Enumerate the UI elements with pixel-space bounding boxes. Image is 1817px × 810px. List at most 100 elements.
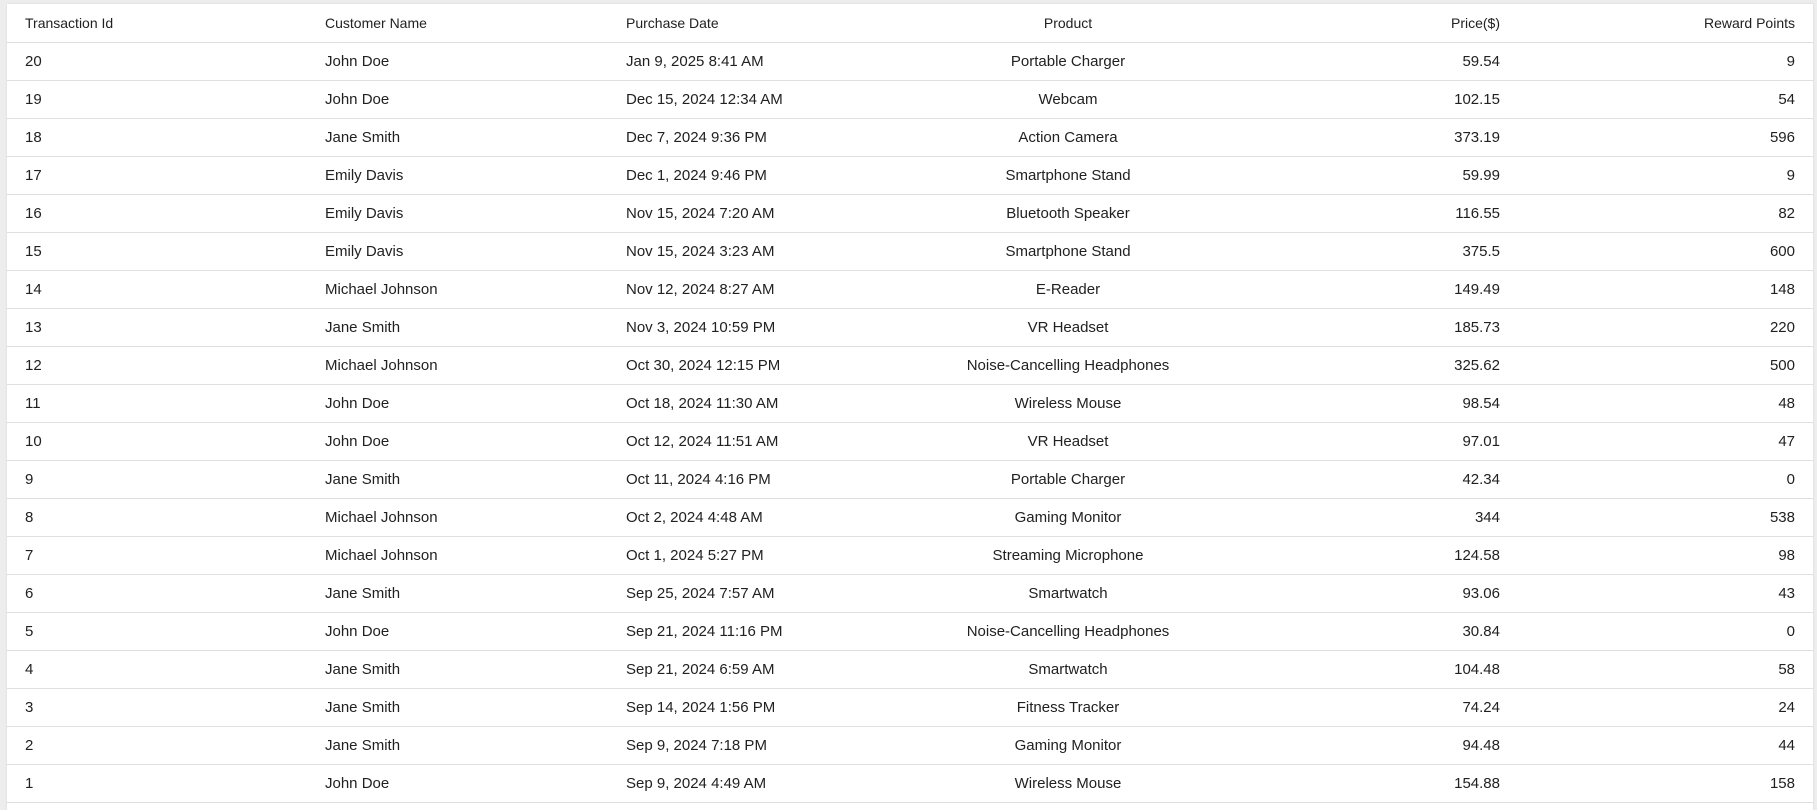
cell-product: Portable Charger	[908, 42, 1228, 81]
cell-transaction-id: 11	[7, 384, 307, 423]
cell-price: 344	[1228, 498, 1518, 537]
cell-purchase-date: Oct 30, 2024 12:15 PM	[608, 346, 908, 385]
cell-customer-name: Michael Johnson	[307, 270, 608, 309]
cell-customer-name: Jane Smith	[307, 726, 608, 765]
cell-transaction-id: 18	[7, 118, 307, 157]
cell-price: 116.55	[1228, 194, 1518, 233]
cell-reward-points: 0	[1518, 612, 1813, 651]
cell-price: 93.06	[1228, 574, 1518, 613]
cell-reward-points: 54	[1518, 80, 1813, 119]
cell-customer-name: Jane Smith	[307, 118, 608, 157]
cell-product: Webcam	[908, 80, 1228, 119]
cell-customer-name: Jane Smith	[307, 574, 608, 613]
cell-transaction-id: 10	[7, 422, 307, 461]
cell-transaction-id: 17	[7, 156, 307, 195]
cell-reward-points: 0	[1518, 460, 1813, 499]
table-header-row: Transaction Id Customer Name Purchase Da…	[7, 4, 1813, 43]
cell-product: VR Headset	[908, 308, 1228, 347]
cell-transaction-id: 8	[7, 498, 307, 537]
table-row[interactable]: 8 Michael Johnson Oct 2, 2024 4:48 AM Ga…	[7, 498, 1813, 537]
cell-transaction-id: 13	[7, 308, 307, 347]
cell-price: 149.49	[1228, 270, 1518, 309]
column-header-product[interactable]: Product	[908, 4, 1228, 43]
cell-purchase-date: Dec 7, 2024 9:36 PM	[608, 118, 908, 157]
cell-price: 373.19	[1228, 118, 1518, 157]
cell-transaction-id: 15	[7, 232, 307, 271]
cell-transaction-id: 6	[7, 574, 307, 613]
cell-price: 325.62	[1228, 346, 1518, 385]
cell-reward-points: 9	[1518, 42, 1813, 81]
table-row[interactable]: 9 Jane Smith Oct 11, 2024 4:16 PM Portab…	[7, 460, 1813, 499]
cell-reward-points: 24	[1518, 688, 1813, 727]
cell-price: 98.54	[1228, 384, 1518, 423]
table-row[interactable]: 14 Michael Johnson Nov 12, 2024 8:27 AM …	[7, 270, 1813, 309]
table-row[interactable]: 20 John Doe Jan 9, 2025 8:41 AM Portable…	[7, 42, 1813, 81]
cell-purchase-date: Oct 2, 2024 4:48 AM	[608, 498, 908, 537]
cell-product: Gaming Monitor	[908, 498, 1228, 537]
cell-reward-points: 44	[1518, 726, 1813, 765]
cell-purchase-date: Jan 9, 2025 8:41 AM	[608, 42, 908, 81]
cell-price: 185.73	[1228, 308, 1518, 347]
cell-purchase-date: Sep 14, 2024 1:56 PM	[608, 688, 908, 727]
cell-product: Gaming Monitor	[908, 726, 1228, 765]
cell-transaction-id: 5	[7, 612, 307, 651]
cell-reward-points: 82	[1518, 194, 1813, 233]
cell-purchase-date: Sep 21, 2024 6:59 AM	[608, 650, 908, 689]
table-row[interactable]: 16 Emily Davis Nov 15, 2024 7:20 AM Blue…	[7, 194, 1813, 233]
cell-transaction-id: 14	[7, 270, 307, 309]
cell-customer-name: John Doe	[307, 612, 608, 651]
cell-reward-points: 538	[1518, 498, 1813, 537]
cell-purchase-date: Oct 18, 2024 11:30 AM	[608, 384, 908, 423]
cell-customer-name: John Doe	[307, 764, 608, 803]
cell-purchase-date: Nov 3, 2024 10:59 PM	[608, 308, 908, 347]
table-row[interactable]: 12 Michael Johnson Oct 30, 2024 12:15 PM…	[7, 346, 1813, 385]
table-row[interactable]: 15 Emily Davis Nov 15, 2024 3:23 AM Smar…	[7, 232, 1813, 271]
cell-product: Smartwatch	[908, 574, 1228, 613]
table-row[interactable]: 17 Emily Davis Dec 1, 2024 9:46 PM Smart…	[7, 156, 1813, 195]
cell-transaction-id: 20	[7, 42, 307, 81]
cell-purchase-date: Nov 12, 2024 8:27 AM	[608, 270, 908, 309]
cell-purchase-date: Sep 21, 2024 11:16 PM	[608, 612, 908, 651]
cell-product: Bluetooth Speaker	[908, 194, 1228, 233]
cell-customer-name: Jane Smith	[307, 308, 608, 347]
cell-customer-name: Jane Smith	[307, 688, 608, 727]
transactions-table: Transaction Id Customer Name Purchase Da…	[7, 4, 1813, 803]
cell-reward-points: 158	[1518, 764, 1813, 803]
table-row[interactable]: 18 Jane Smith Dec 7, 2024 9:36 PM Action…	[7, 118, 1813, 157]
cell-price: 42.34	[1228, 460, 1518, 499]
cell-purchase-date: Sep 9, 2024 4:49 AM	[608, 764, 908, 803]
cell-purchase-date: Dec 15, 2024 12:34 AM	[608, 80, 908, 119]
cell-price: 30.84	[1228, 612, 1518, 651]
column-header-transaction-id[interactable]: Transaction Id	[7, 4, 307, 43]
table-row[interactable]: 3 Jane Smith Sep 14, 2024 1:56 PM Fitnes…	[7, 688, 1813, 727]
column-header-price[interactable]: Price($)	[1228, 4, 1518, 43]
cell-reward-points: 148	[1518, 270, 1813, 309]
transactions-table-container: Transaction Id Customer Name Purchase Da…	[7, 4, 1813, 810]
table-row[interactable]: 7 Michael Johnson Oct 1, 2024 5:27 PM St…	[7, 536, 1813, 575]
cell-reward-points: 500	[1518, 346, 1813, 385]
table-row[interactable]: 19 John Doe Dec 15, 2024 12:34 AM Webcam…	[7, 80, 1813, 119]
table-row[interactable]: 2 Jane Smith Sep 9, 2024 7:18 PM Gaming …	[7, 726, 1813, 765]
cell-customer-name: Jane Smith	[307, 650, 608, 689]
table-row[interactable]: 13 Jane Smith Nov 3, 2024 10:59 PM VR He…	[7, 308, 1813, 347]
table-row[interactable]: 1 John Doe Sep 9, 2024 4:49 AM Wireless …	[7, 764, 1813, 803]
column-header-purchase-date[interactable]: Purchase Date	[608, 4, 908, 43]
table-row[interactable]: 11 John Doe Oct 18, 2024 11:30 AM Wirele…	[7, 384, 1813, 423]
cell-purchase-date: Oct 11, 2024 4:16 PM	[608, 460, 908, 499]
table-row[interactable]: 6 Jane Smith Sep 25, 2024 7:57 AM Smartw…	[7, 574, 1813, 613]
cell-customer-name: Emily Davis	[307, 156, 608, 195]
column-header-reward-points[interactable]: Reward Points	[1518, 4, 1813, 43]
column-header-customer-name[interactable]: Customer Name	[307, 4, 608, 43]
cell-transaction-id: 16	[7, 194, 307, 233]
table-row[interactable]: 5 John Doe Sep 21, 2024 11:16 PM Noise-C…	[7, 612, 1813, 651]
cell-purchase-date: Sep 25, 2024 7:57 AM	[608, 574, 908, 613]
table-row[interactable]: 4 Jane Smith Sep 21, 2024 6:59 AM Smartw…	[7, 650, 1813, 689]
cell-purchase-date: Nov 15, 2024 7:20 AM	[608, 194, 908, 233]
cell-reward-points: 596	[1518, 118, 1813, 157]
table-header: Transaction Id Customer Name Purchase Da…	[7, 4, 1813, 43]
cell-reward-points: 48	[1518, 384, 1813, 423]
cell-customer-name: Emily Davis	[307, 194, 608, 233]
table-row[interactable]: 10 John Doe Oct 12, 2024 11:51 AM VR Hea…	[7, 422, 1813, 461]
cell-reward-points: 43	[1518, 574, 1813, 613]
cell-customer-name: John Doe	[307, 384, 608, 423]
